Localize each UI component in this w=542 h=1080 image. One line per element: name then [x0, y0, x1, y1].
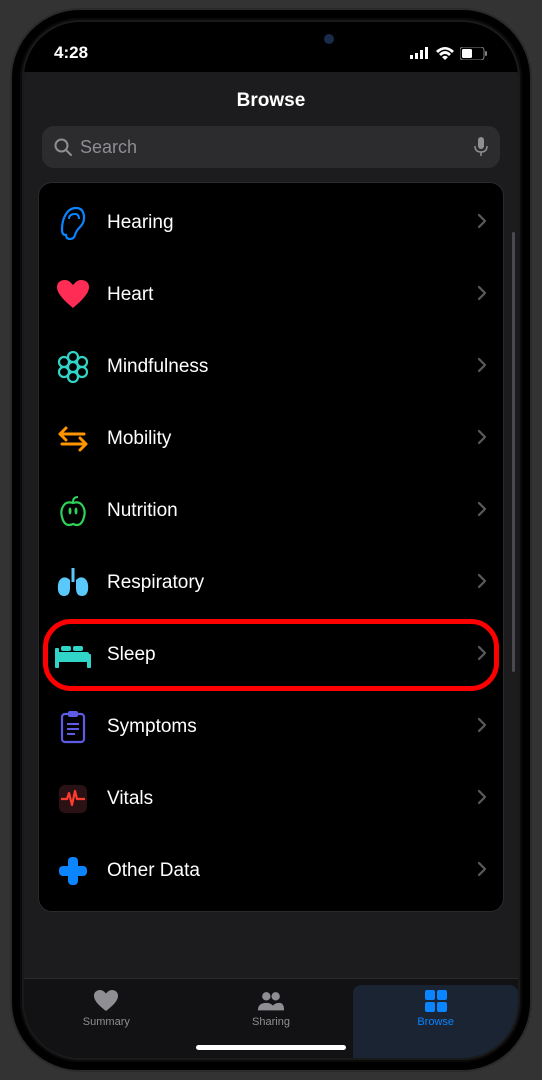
status-icons	[410, 47, 488, 60]
sharing-tab-icon	[257, 989, 285, 1013]
phone-frame: 4:28 Browse Hearing Heart	[12, 10, 530, 1070]
category-row-symptoms[interactable]: Symptoms	[39, 691, 503, 763]
category-row-sleep[interactable]: Sleep	[39, 619, 503, 691]
tab-label: Summary	[83, 1016, 130, 1028]
scroll-area[interactable]: Hearing Heart Mindfulness Mobility Nutri…	[24, 182, 518, 978]
search-icon	[54, 138, 72, 156]
respiratory-icon	[55, 565, 91, 601]
chevron-right-icon	[477, 645, 487, 666]
category-row-other[interactable]: Other Data	[39, 835, 503, 907]
tab-label: Browse	[417, 1016, 454, 1028]
notch	[156, 22, 386, 56]
category-label: Sleep	[107, 644, 477, 666]
category-row-mindfulness[interactable]: Mindfulness	[39, 331, 503, 403]
summary-tab-icon	[92, 989, 120, 1013]
tab-browse[interactable]: Browse	[353, 985, 518, 1058]
category-label: Respiratory	[107, 572, 477, 594]
nutrition-icon	[55, 493, 91, 529]
category-label: Mobility	[107, 428, 477, 450]
category-label: Mindfulness	[107, 356, 477, 378]
category-label: Symptoms	[107, 716, 477, 738]
scroll-indicator[interactable]	[512, 232, 515, 672]
sleep-icon	[55, 637, 91, 673]
browse-tab-icon	[422, 989, 450, 1013]
chevron-right-icon	[477, 861, 487, 882]
category-list: Hearing Heart Mindfulness Mobility Nutri…	[38, 182, 504, 912]
category-label: Vitals	[107, 788, 477, 810]
category-row-vitals[interactable]: Vitals	[39, 763, 503, 835]
other-icon	[55, 853, 91, 889]
search-input[interactable]	[80, 137, 474, 158]
symptoms-icon	[55, 709, 91, 745]
chevron-right-icon	[477, 357, 487, 378]
category-label: Other Data	[107, 860, 477, 882]
heart-icon	[55, 277, 91, 313]
mobility-icon	[55, 421, 91, 457]
category-row-mobility[interactable]: Mobility	[39, 403, 503, 475]
category-label: Heart	[107, 284, 477, 306]
mic-icon[interactable]	[474, 137, 488, 157]
chevron-right-icon	[477, 501, 487, 522]
chevron-right-icon	[477, 429, 487, 450]
page-title: Browse	[24, 72, 518, 126]
category-label: Nutrition	[107, 500, 477, 522]
wifi-icon	[436, 47, 454, 60]
category-row-heart[interactable]: Heart	[39, 259, 503, 331]
category-label: Hearing	[107, 212, 477, 234]
chevron-right-icon	[477, 285, 487, 306]
category-row-respiratory[interactable]: Respiratory	[39, 547, 503, 619]
category-row-nutrition[interactable]: Nutrition	[39, 475, 503, 547]
home-indicator[interactable]	[196, 1045, 346, 1050]
tab-label: Sharing	[252, 1016, 290, 1028]
battery-icon	[460, 47, 488, 60]
status-time: 4:28	[54, 43, 88, 63]
chevron-right-icon	[477, 573, 487, 594]
search-bar[interactable]	[42, 126, 500, 168]
category-row-hearing[interactable]: Hearing	[39, 187, 503, 259]
chevron-right-icon	[477, 717, 487, 738]
hearing-icon	[55, 205, 91, 241]
chevron-right-icon	[477, 789, 487, 810]
cellular-icon	[410, 47, 430, 59]
tab-summary[interactable]: Summary	[24, 985, 189, 1058]
phone-screen: 4:28 Browse Hearing Heart	[24, 22, 518, 1058]
mindfulness-icon	[55, 349, 91, 385]
screen-content: Browse Hearing Heart Mindfulness	[24, 72, 518, 1058]
chevron-right-icon	[477, 213, 487, 234]
vitals-icon	[55, 781, 91, 817]
